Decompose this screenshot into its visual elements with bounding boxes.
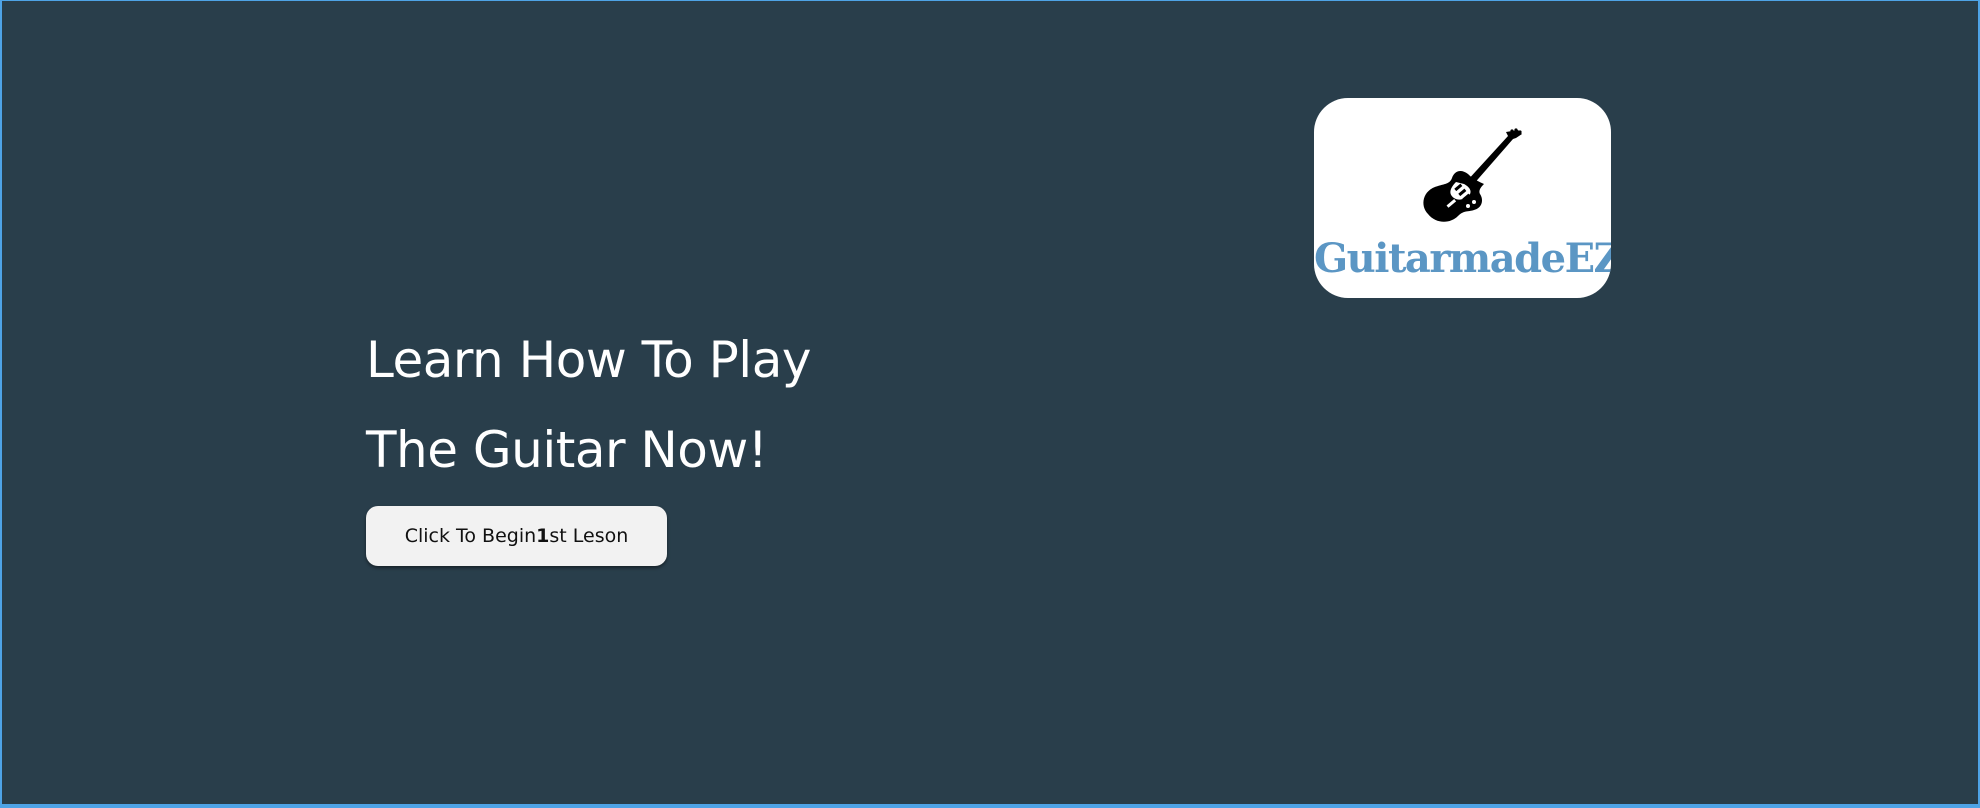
- cta-label-prefix: Click To Begin: [404, 525, 537, 547]
- logo-wordmark: GuitarmadeEZ: [1314, 235, 1611, 282]
- cta-label-suffix: st Leson: [549, 525, 629, 547]
- page-background: Learn How To Play The Guitar Now! Click …: [0, 0, 1980, 808]
- hero-heading-line-1: Learn How To Play: [366, 331, 811, 389]
- cta-label-number: 1: [536, 525, 550, 547]
- electric-guitar-icon: [1423, 128, 1522, 222]
- hero-heading-line-2: The Guitar Now!: [366, 421, 768, 479]
- begin-first-lesson-button[interactable]: Click To Begin 1st Leson: [366, 506, 667, 566]
- site-logo[interactable]: GuitarmadeEZ: [1314, 98, 1611, 298]
- hero-section: Learn How To Play The Guitar Now!: [366, 331, 811, 479]
